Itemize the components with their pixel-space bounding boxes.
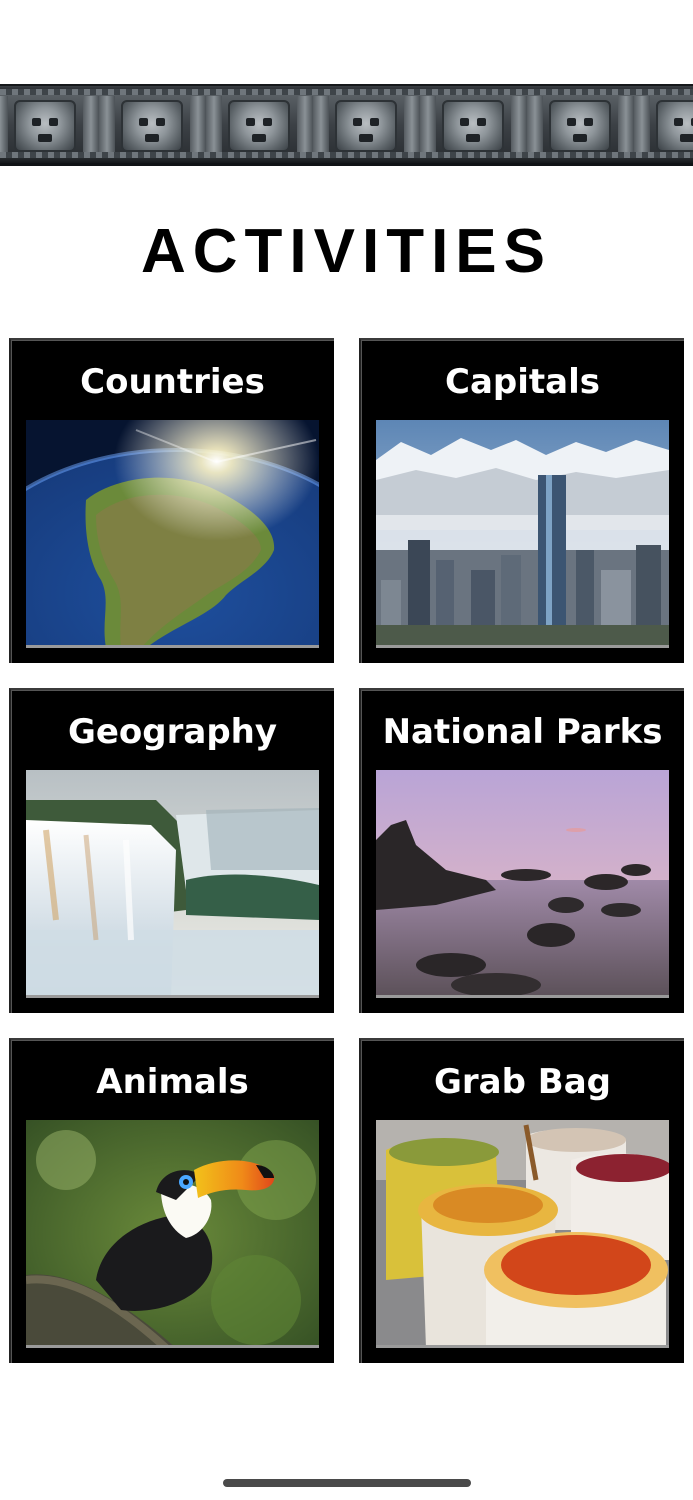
activity-card-capitals[interactable]: Capitals [359,338,684,663]
city-skyline-mountains-image [376,420,669,648]
page-title: ACTIVITIES [140,217,553,286]
spice-sacks-image [376,1120,669,1348]
toucan-image [26,1120,319,1348]
home-indicator[interactable] [223,1479,471,1487]
south-america-globe-image [26,420,319,648]
banner-top-band [0,89,693,95]
card-title-countries: Countries [80,362,265,402]
card-title-capitals: Capitals [445,362,600,402]
activity-card-animals[interactable]: Animals [9,1038,334,1363]
waterfall-image [26,770,319,998]
activity-card-geography[interactable]: Geography [9,688,334,1013]
card-title-grab-bag: Grab Bag [434,1062,611,1102]
card-title-animals: Animals [96,1062,249,1102]
card-title-national-parks: National Parks [382,712,663,752]
banner-carved-faces [0,96,693,156]
banner-bottom-band [0,152,693,158]
rocky-coast-sunset-image [376,770,669,998]
decorative-stone-banner [0,84,693,166]
activity-card-grab-bag[interactable]: Grab Bag [359,1038,684,1363]
activity-card-national-parks[interactable]: National Parks [359,688,684,1013]
card-title-geography: Geography [67,712,278,752]
activity-card-countries[interactable]: Countries [9,338,334,663]
